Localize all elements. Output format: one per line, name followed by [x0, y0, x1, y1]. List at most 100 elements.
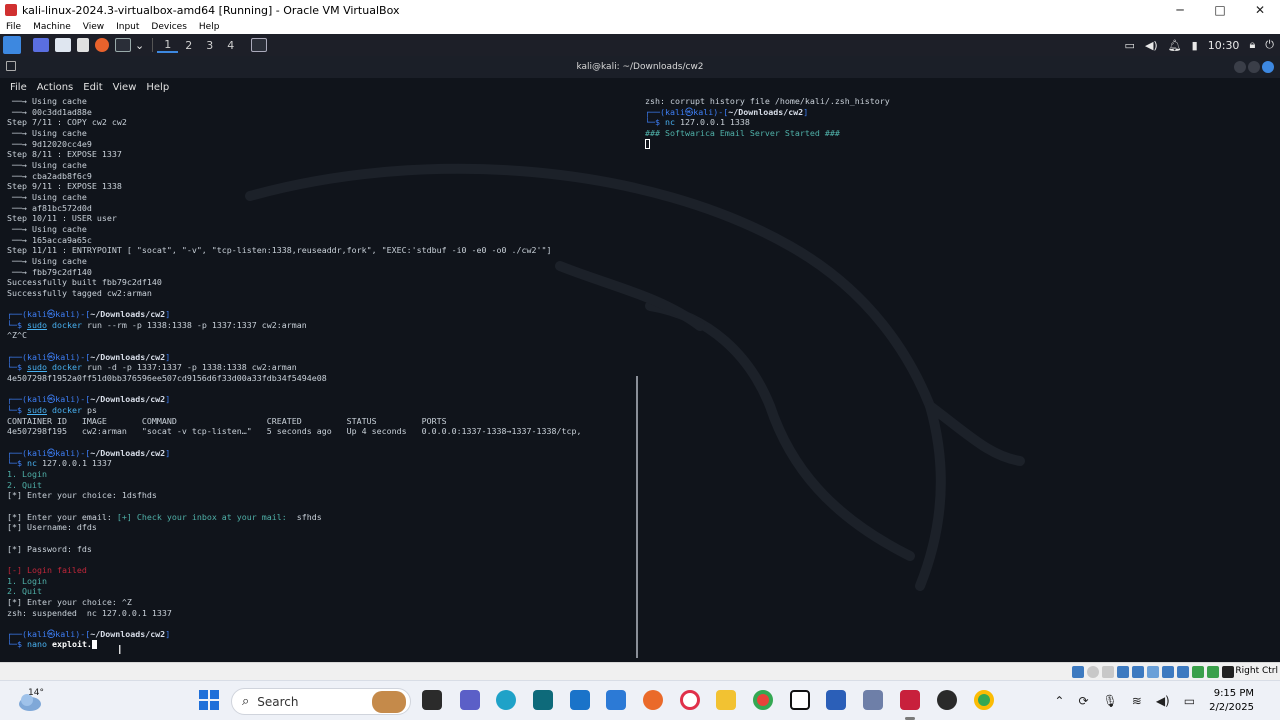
terminal-close-button[interactable]	[1262, 61, 1274, 73]
prompt-symbol: └─$	[645, 117, 665, 128]
firefox-icon[interactable]	[95, 38, 109, 52]
close-button[interactable]: ✕	[1240, 3, 1280, 17]
virtualbox-icon[interactable]	[863, 690, 883, 710]
folder-icon[interactable]	[716, 690, 736, 710]
command-binary: nc	[26, 458, 37, 469]
recording-icon[interactable]	[1177, 666, 1189, 678]
kali-vm-icon[interactable]	[900, 690, 920, 720]
mouse-integration-icon[interactable]	[1207, 666, 1219, 678]
mail-icon[interactable]	[570, 690, 590, 710]
optical-drive-icon[interactable]	[1087, 666, 1099, 678]
audio-icon[interactable]	[1102, 666, 1114, 678]
edge-icon[interactable]	[496, 690, 516, 710]
terminal-app-icon[interactable]	[533, 690, 553, 710]
output-line: ### Softwarica Email Server Started ###	[645, 127, 840, 138]
chrome-alt-icon[interactable]	[974, 690, 994, 710]
store-icon[interactable]	[606, 690, 626, 710]
terminal-window[interactable]: kali@kali: ~/Downloads/cw2 File Actions …	[0, 56, 1280, 662]
workspace-3[interactable]: 3	[199, 39, 220, 52]
terminal-maximize-button[interactable]	[1248, 61, 1260, 73]
prompt-dash: -[	[80, 394, 91, 405]
tray-chevron-up-icon[interactable]: ⌃	[1054, 694, 1064, 708]
command-args: run -d -p 1337:1337 -p 1338:1338 cw2:arm…	[81, 362, 297, 373]
cpu-activity-icon[interactable]	[1192, 666, 1204, 678]
command-file-arg: exploit.	[51, 639, 92, 650]
terminal-menu-edit[interactable]: Edit	[83, 82, 102, 93]
vbox-menu-machine[interactable]: Machine	[33, 22, 71, 32]
cursor-line	[645, 139, 1275, 150]
workspace-4[interactable]: 4	[220, 39, 241, 52]
output-line: 2. Quit	[7, 586, 42, 597]
output-line: Step 7/11 : COPY cw2 cw2	[7, 117, 127, 128]
hdd-icon[interactable]	[1072, 666, 1084, 678]
lock-icon[interactable]: 🔒︎	[1249, 38, 1255, 52]
teams-icon[interactable]	[460, 690, 480, 710]
kali-menu-icon[interactable]	[3, 36, 21, 54]
command-line: └─$ sudo docker run -d -p 1337:1337 -p 1…	[7, 362, 635, 373]
shared-folders-icon[interactable]	[1147, 666, 1159, 678]
text-cursor-icon: I	[118, 643, 122, 657]
vbox-menu-file[interactable]: File	[6, 22, 21, 32]
prompt-bracket: ┌──	[7, 447, 22, 458]
chrome-icon[interactable]	[753, 690, 773, 710]
chevron-down-icon[interactable]: ⌄	[135, 39, 144, 52]
output-line: ──→ Using cache	[7, 255, 87, 266]
output-line: 1. Login	[7, 468, 47, 479]
terminal-menu-view[interactable]: View	[113, 82, 137, 93]
windows-start-icon[interactable]	[199, 690, 219, 710]
notion-icon[interactable]	[790, 690, 810, 710]
volume-icon[interactable]: ◀)	[1145, 39, 1158, 52]
terminal-icon[interactable]	[115, 38, 131, 52]
panel-clock[interactable]: 10:30	[1208, 39, 1240, 52]
file-manager-icon[interactable]	[55, 38, 71, 52]
active-window-icon[interactable]	[251, 38, 268, 52]
prompt-user: (kali㉿kali)	[22, 447, 81, 458]
terminal-minimize-button[interactable]	[1234, 61, 1246, 73]
terminal-menu-file[interactable]: File	[10, 82, 27, 93]
terminal-menu-help[interactable]: Help	[146, 82, 169, 93]
vbox-menu-help[interactable]: Help	[199, 22, 220, 32]
battery-icon[interactable]: ▮	[1192, 39, 1198, 52]
microphone-icon[interactable]: 🎙︎	[1103, 694, 1118, 708]
pane-split-handle[interactable]	[636, 376, 638, 658]
maximize-button[interactable]: □	[1200, 3, 1240, 17]
desktop-icon[interactable]	[33, 38, 49, 52]
terminal-title: kali@kali: ~/Downloads/cw2	[576, 62, 704, 72]
text-editor-icon[interactable]	[77, 38, 89, 52]
power-icon[interactable]: ⏻	[1265, 38, 1274, 52]
taskbar-search[interactable]: ⌕ Search	[231, 688, 411, 715]
prompt-symbol: └─$	[7, 639, 27, 650]
speaker-icon[interactable]: ◀)	[1156, 694, 1170, 708]
terminal-menubar: File Actions Edit View Help	[0, 78, 1280, 96]
sync-icon[interactable]: ⟳	[1078, 694, 1088, 708]
battery-tray-icon[interactable]: ▭	[1184, 694, 1195, 708]
file-explorer-icon[interactable]	[422, 690, 442, 710]
keyboard-capture-icon[interactable]	[1222, 666, 1234, 678]
display-status-icon[interactable]	[1162, 666, 1174, 678]
terminal-left-pane[interactable]: ──→ Using cache ──→ 00c3dd1ad88e Step 7/1…	[7, 96, 635, 656]
minimize-button[interactable]: ─	[1160, 3, 1200, 17]
word-icon[interactable]	[826, 690, 846, 710]
workspace-1[interactable]: 1	[157, 38, 179, 53]
vbox-menu-view[interactable]: View	[83, 22, 104, 32]
vbox-menu-devices[interactable]: Devices	[151, 22, 186, 32]
notification-bell-icon[interactable]: 🔔︎	[1168, 39, 1182, 52]
command-binary: docker	[51, 362, 82, 373]
prompt-dash: -[	[80, 309, 91, 320]
taskbar-clock[interactable]: 9:15 PM 2/2/2025	[1209, 687, 1254, 715]
vbox-menu-input[interactable]: Input	[116, 22, 139, 32]
wifi-icon[interactable]: ≋	[1132, 694, 1142, 708]
display-icon[interactable]: ▭	[1125, 39, 1135, 52]
prompt-path: ~/Downloads/cw2	[728, 106, 804, 117]
firefox-icon[interactable]	[643, 690, 663, 710]
obs-icon[interactable]	[937, 690, 957, 710]
terminal-right-pane[interactable]: zsh: corrupt history file /home/kali/.zs…	[645, 96, 1275, 216]
terminal-menu-actions[interactable]: Actions	[37, 82, 74, 93]
output-line: 1. Login	[7, 575, 47, 586]
workspace-2[interactable]: 2	[178, 39, 199, 52]
usb-icon[interactable]	[1132, 666, 1144, 678]
network-icon[interactable]	[1117, 666, 1129, 678]
opera-icon[interactable]	[680, 690, 700, 710]
